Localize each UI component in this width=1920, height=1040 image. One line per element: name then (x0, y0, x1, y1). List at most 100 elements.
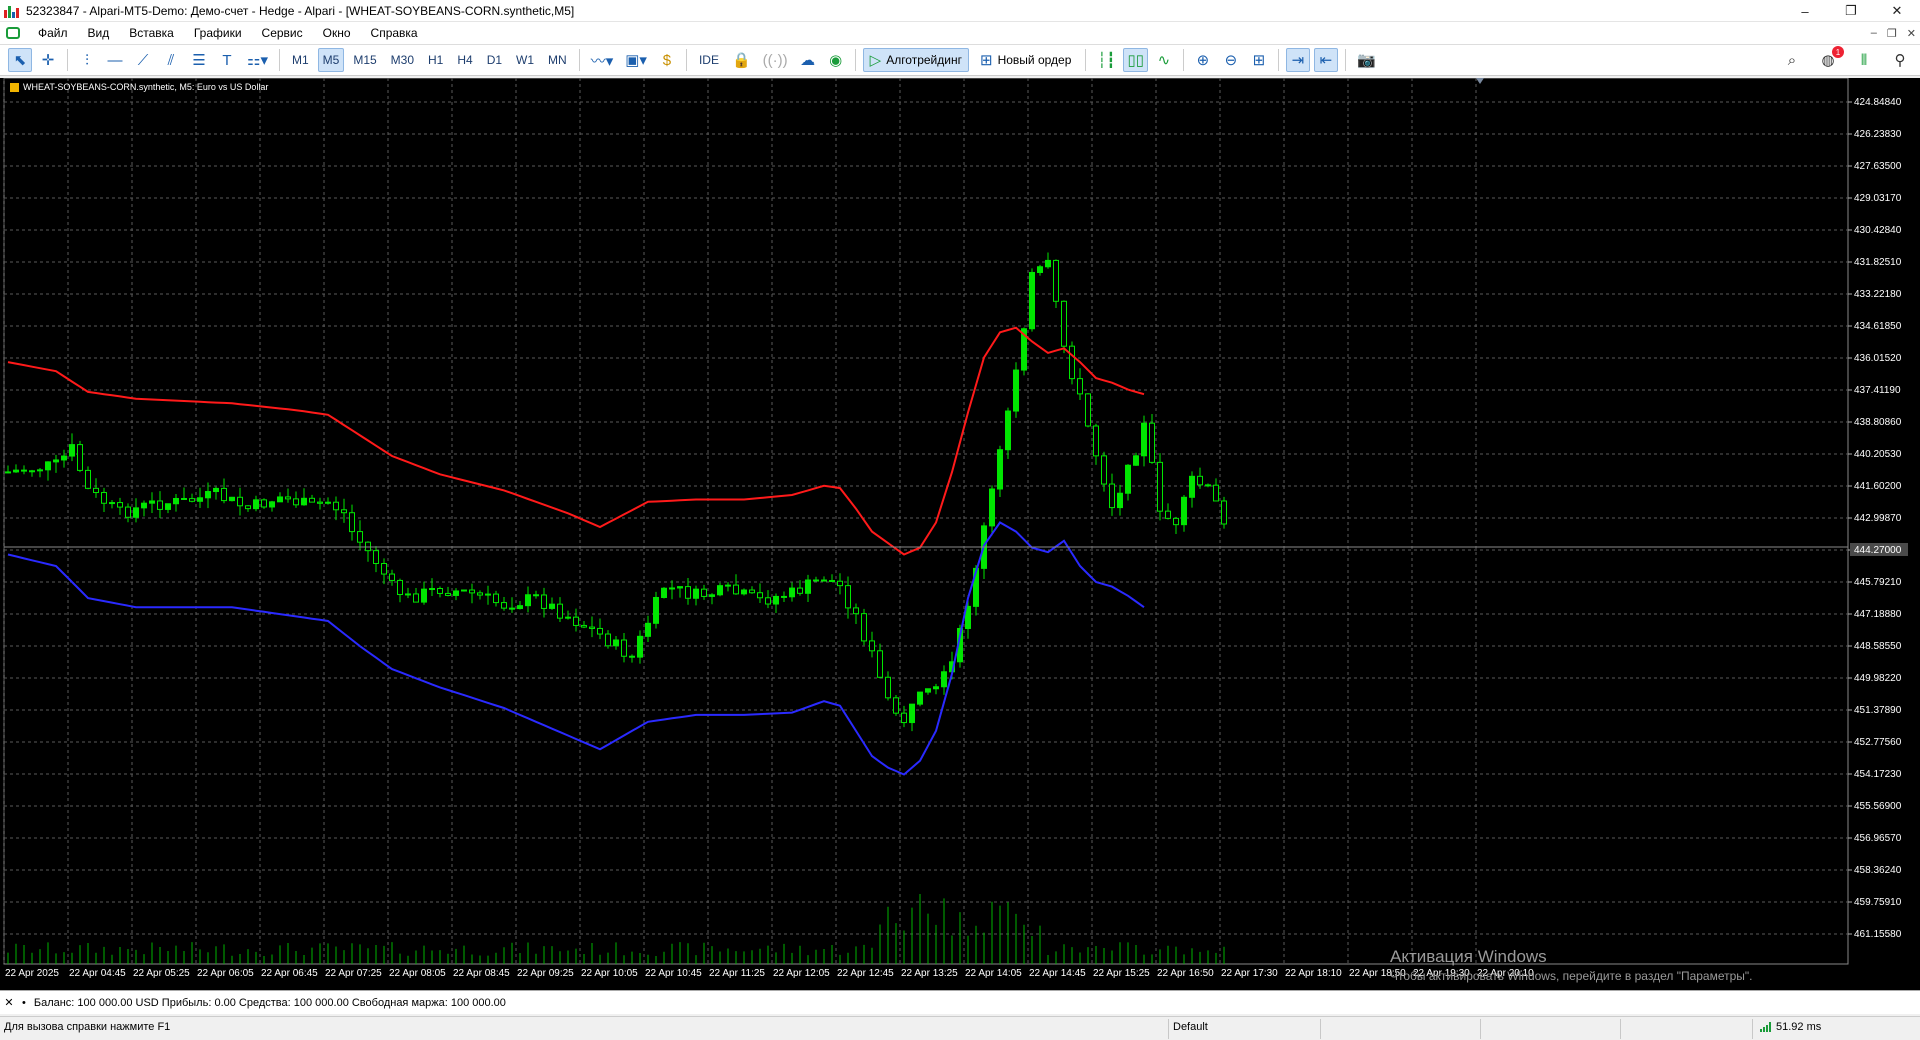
cursor-tool-button[interactable]: ⬉ (8, 48, 32, 72)
time-axis-label: 22 Apr 07:25 (325, 968, 382, 979)
candle-body (701, 588, 707, 597)
close-toolbox-button[interactable]: ✕ (2, 996, 16, 1009)
menu-charts[interactable]: Графики (184, 26, 252, 40)
screenshot-button[interactable]: 📷 (1353, 48, 1380, 72)
timeframe-mn[interactable]: MN (543, 48, 572, 72)
candlestick-button[interactable]: ▯▯ (1123, 48, 1148, 72)
vps-button[interactable]: ◉ (824, 48, 848, 72)
candle-body (733, 584, 739, 595)
price-chart[interactable]: 424.84840 426.23830 427.63500 429.03170 430.… (0, 78, 1920, 990)
chart-minimize-button[interactable]: – (1871, 27, 1877, 40)
candle-body (557, 603, 563, 619)
shapes-dropdown-button[interactable]: ⚏▾ (243, 48, 272, 72)
time-axis-label: 22 Apr 04:45 (69, 968, 126, 979)
fibonacci-button[interactable]: ☰ (187, 48, 211, 72)
price-axis-label: 442.99870 (1854, 513, 1902, 524)
line-chart-icon: ∿ (1157, 52, 1171, 69)
timeframe-w1[interactable]: W1 (511, 48, 539, 72)
zoom-out-button[interactable]: ⊖ (1219, 48, 1243, 72)
trendline-button[interactable]: ⟋ (131, 48, 155, 72)
candle-body (805, 579, 811, 594)
candle-body (613, 639, 619, 647)
time-axis-label: 22 Apr 08:45 (453, 968, 510, 979)
indicators-dropdown-button[interactable]: 〰▾ (587, 48, 618, 72)
minimize-button[interactable]: – (1782, 0, 1828, 22)
channel-button[interactable]: ⫽ (159, 48, 183, 72)
menu-insert[interactable]: Вставка (119, 26, 184, 40)
timeframe-m5[interactable]: M5 (317, 48, 345, 72)
vertical-line-button[interactable]: ⫶ (75, 48, 99, 72)
chart-window-icon[interactable] (6, 27, 20, 39)
chart-restore-button[interactable]: ❐ (1887, 27, 1897, 40)
timeframe-m15[interactable]: M15 (348, 48, 381, 72)
toolbar-separator (578, 49, 580, 71)
connection-status[interactable]: 51.92 ms (1760, 1021, 1821, 1033)
cloud-icon: ☁ (800, 52, 816, 69)
candle-body (845, 585, 851, 609)
chart-window-controls: – ❐ ✕ (1871, 27, 1916, 40)
close-button[interactable]: ✕ (1874, 0, 1920, 22)
timeframe-m30[interactable]: M30 (386, 48, 419, 72)
line-chart-button[interactable]: ∿ (1152, 48, 1176, 72)
search-button[interactable]: ⌕ (1780, 48, 1804, 72)
chart-close-button[interactable]: ✕ (1907, 27, 1916, 40)
candle-body (501, 602, 507, 609)
main-toolbar: ⬉ ✛ ⫶ — ⟋ ⫽ ☰ T ⚏▾ M1 M5 M15 M30 H1 H4 D… (0, 44, 1920, 76)
signal-icon: ⫴ (1860, 51, 1868, 69)
price-axis-label: 430.42840 (1854, 225, 1902, 236)
signals-button[interactable]: $ (655, 48, 679, 72)
menu-view[interactable]: Вид (78, 26, 120, 40)
time-axis-label: 22 Apr 06:05 (197, 968, 254, 979)
signal-strength-button[interactable]: ⫴ (1852, 48, 1876, 72)
menu-help[interactable]: Справка (361, 26, 428, 40)
chart-shift-button[interactable]: ⇤ (1313, 48, 1338, 72)
maximize-button[interactable]: ❐ (1828, 0, 1874, 22)
timeframe-h1[interactable]: H1 (423, 48, 448, 72)
horizontal-line-button[interactable]: — (103, 48, 127, 72)
price-axis-label: 437.41190 (1854, 385, 1901, 396)
chart-canvas[interactable]: 424.84840 426.23830 427.63500 429.03170 430.… (0, 78, 1920, 990)
timeframe-d1[interactable]: D1 (482, 48, 507, 72)
candle-body (1061, 300, 1067, 347)
new-order-button[interactable]: ⊞ Новый ордер (973, 48, 1078, 72)
notifications-button[interactable]: ◍ 1 (1816, 46, 1844, 72)
autoscroll-button[interactable]: ⇥ (1285, 48, 1310, 72)
candle-body (1069, 345, 1075, 380)
timeframe-m1[interactable]: M1 (287, 48, 314, 72)
market-watch-button[interactable]: ⚲ (1888, 48, 1912, 72)
tile-windows-button[interactable]: ⊞ (1247, 48, 1271, 72)
algotrading-button[interactable]: ▷ Алготрейдинг (862, 48, 969, 72)
menu-window[interactable]: Окно (313, 26, 361, 40)
profile-name[interactable]: Default (1173, 1021, 1208, 1033)
cloud-button[interactable]: ☁ (796, 48, 820, 72)
candle-body (933, 686, 939, 690)
candle-body (757, 592, 763, 599)
time-axis-label: 22 Apr 06:45 (261, 968, 318, 979)
candle-body (877, 650, 883, 678)
price-axis-label: 458.36240 (1854, 865, 1902, 876)
lock-button[interactable]: 🔒 (728, 48, 755, 72)
trendline-icon: ⟋ (137, 51, 149, 69)
play-icon: ▷ (869, 52, 882, 69)
candle-body (53, 459, 59, 463)
menu-file[interactable]: Файл (28, 26, 78, 40)
candle-body (837, 580, 843, 587)
zoom-in-button[interactable]: ⊕ (1191, 48, 1215, 72)
candle-body (605, 633, 611, 647)
candle-body (413, 593, 419, 603)
bar-chart-button[interactable]: ┆┇ (1093, 48, 1119, 72)
candle-body (1005, 410, 1011, 451)
vertical-line-icon: ⫶ (85, 51, 89, 69)
menu-tools[interactable]: Сервис (252, 26, 313, 40)
candle-body (1013, 369, 1019, 412)
text-tool-button[interactable]: T (215, 48, 239, 72)
candle-body (1109, 483, 1115, 509)
crosshair-tool-button[interactable]: ✛ (36, 48, 60, 72)
broadcast-button[interactable]: ((·)) (759, 48, 792, 72)
candle-body (469, 589, 475, 594)
ide-button[interactable]: IDE (694, 48, 724, 72)
templates-dropdown-button[interactable]: ▣▾ (621, 48, 651, 72)
timeframe-h4[interactable]: H4 (452, 48, 477, 72)
watermark-line-2: Чтобы активировать Windows, перейдите в … (1390, 969, 1753, 983)
toolbar-separator (1277, 49, 1279, 71)
